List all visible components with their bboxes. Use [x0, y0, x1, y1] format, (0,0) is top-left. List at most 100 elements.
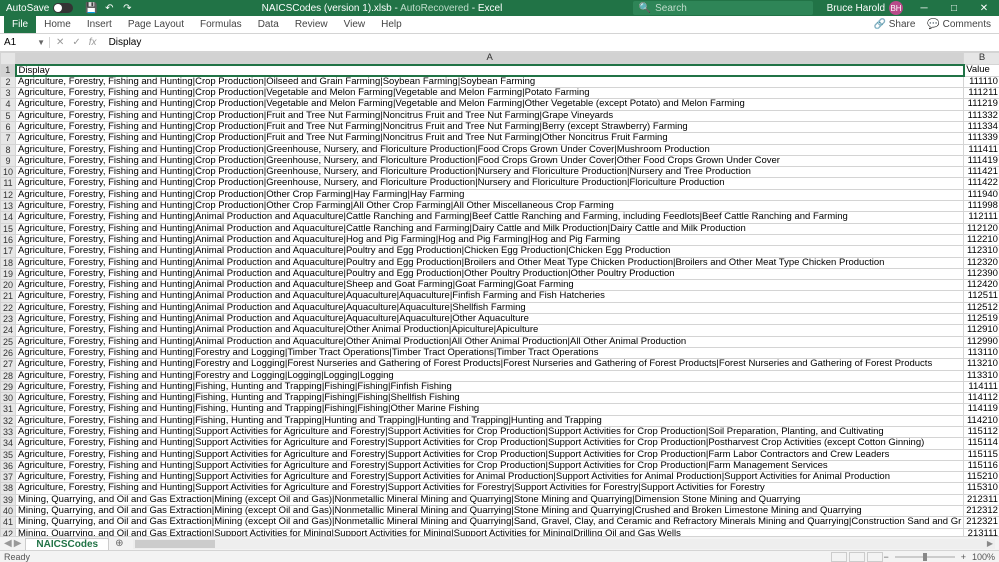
cell[interactable]: Agriculture, Forestry, Fishing and Hunti… [16, 223, 964, 234]
cell[interactable]: Agriculture, Forestry, Fishing and Hunti… [16, 291, 964, 302]
row-header[interactable]: 6 [1, 121, 16, 132]
cell[interactable]: Agriculture, Forestry, Fishing and Hunti… [16, 404, 964, 415]
cell[interactable]: 115210 [964, 472, 999, 483]
cell[interactable]: 115114 [964, 438, 999, 449]
cell[interactable]: Agriculture, Forestry, Fishing and Hunti… [16, 325, 964, 336]
cell[interactable]: Mining, Quarrying, and Oil and Gas Extra… [16, 494, 964, 505]
cell[interactable]: 112990 [964, 336, 999, 347]
row-header[interactable]: 3 [1, 88, 16, 99]
row-header[interactable]: 17 [1, 246, 16, 257]
row-header[interactable]: 10 [1, 167, 16, 178]
search-box[interactable]: 🔍 Search [633, 1, 813, 15]
tab-help[interactable]: Help [373, 16, 410, 33]
redo-icon[interactable]: ↷ [121, 2, 133, 14]
cell[interactable]: Agriculture, Forestry, Fishing and Hunti… [16, 76, 964, 87]
scroll-thumb[interactable] [135, 540, 215, 548]
cell[interactable]: Agriculture, Forestry, Fishing and Hunti… [16, 268, 964, 279]
horizontal-scrollbar[interactable]: ◀ ▶ [133, 539, 995, 549]
normal-view-icon[interactable] [831, 552, 847, 562]
cell[interactable]: Agriculture, Forestry, Fishing and Hunti… [16, 460, 964, 471]
scroll-right-icon[interactable]: ▶ [987, 539, 993, 548]
zoom-out-icon[interactable]: − [883, 552, 888, 562]
tab-file[interactable]: File [4, 16, 36, 33]
row-header[interactable]: 34 [1, 438, 16, 449]
row-header[interactable]: 25 [1, 336, 16, 347]
cell[interactable]: Agriculture, Forestry, Fishing and Hunti… [16, 393, 964, 404]
tab-home[interactable]: Home [36, 16, 79, 33]
row-header[interactable]: 36 [1, 460, 16, 471]
cell[interactable]: Agriculture, Forestry, Fishing and Hunti… [16, 314, 964, 325]
row-header[interactable]: 32 [1, 415, 16, 426]
cell[interactable]: 111211 [964, 88, 999, 99]
zoom-level[interactable]: 100% [972, 552, 995, 562]
cell[interactable]: Agriculture, Forestry, Fishing and Hunti… [16, 144, 964, 155]
add-sheet-button[interactable]: ⊕ [109, 538, 129, 549]
cell[interactable]: Agriculture, Forestry, Fishing and Hunti… [16, 370, 964, 381]
cell[interactable]: 115115 [964, 449, 999, 460]
user-account[interactable]: Bruce Harold BH [821, 1, 909, 15]
row-header[interactable]: 29 [1, 381, 16, 392]
row-header[interactable]: 27 [1, 359, 16, 370]
row-header[interactable]: 18 [1, 257, 16, 268]
cell[interactable]: 212312 [964, 506, 999, 517]
tab-formulas[interactable]: Formulas [192, 16, 250, 33]
row-header[interactable]: 15 [1, 223, 16, 234]
row-header[interactable]: 8 [1, 144, 16, 155]
cell[interactable]: 212321 [964, 517, 999, 528]
row-header[interactable]: 2 [1, 76, 16, 87]
cell[interactable]: Agriculture, Forestry, Fishing and Hunti… [16, 234, 964, 245]
sheet-tab[interactable]: NAICSCodes [25, 538, 109, 550]
row-header[interactable]: 1 [1, 65, 16, 77]
sheet-next-icon[interactable]: ▶ [14, 538, 22, 549]
row-header[interactable]: 19 [1, 268, 16, 279]
tab-page-layout[interactable]: Page Layout [120, 16, 192, 33]
cell[interactable]: Agriculture, Forestry, Fishing and Hunti… [16, 201, 964, 212]
cell[interactable]: Agriculture, Forestry, Fishing and Hunti… [16, 246, 964, 257]
cell[interactable]: 112519 [964, 314, 999, 325]
share-button[interactable]: 🔗 Share [873, 19, 915, 30]
cell[interactable]: 111998 [964, 201, 999, 212]
row-header[interactable]: 33 [1, 427, 16, 438]
row-header[interactable]: 35 [1, 449, 16, 460]
cell[interactable]: 111332 [964, 110, 999, 121]
cell[interactable]: 114210 [964, 415, 999, 426]
row-header[interactable]: 31 [1, 404, 16, 415]
row-header[interactable]: 13 [1, 201, 16, 212]
cell[interactable]: Mining, Quarrying, and Oil and Gas Extra… [16, 517, 964, 528]
row-header[interactable]: 5 [1, 110, 16, 121]
tab-data[interactable]: Data [250, 16, 287, 33]
row-header[interactable]: 23 [1, 314, 16, 325]
cell[interactable]: 114112 [964, 393, 999, 404]
close-button[interactable]: ✕ [969, 0, 999, 16]
undo-icon[interactable]: ↶ [103, 2, 115, 14]
row-header[interactable]: 20 [1, 280, 16, 291]
cell[interactable]: 113210 [964, 359, 999, 370]
cell[interactable]: 115116 [964, 460, 999, 471]
cell[interactable]: Agriculture, Forestry, Fishing and Hunti… [16, 257, 964, 268]
formula-input[interactable]: Display [103, 37, 999, 48]
row-header[interactable]: 16 [1, 234, 16, 245]
cell[interactable]: 112120 [964, 223, 999, 234]
cell[interactable]: Agriculture, Forestry, Fishing and Hunti… [16, 449, 964, 460]
cell[interactable]: Agriculture, Forestry, Fishing and Hunti… [16, 280, 964, 291]
row-header[interactable]: 14 [1, 212, 16, 223]
cell[interactable]: Agriculture, Forestry, Fishing and Hunti… [16, 178, 964, 189]
grid-container[interactable]: A B C D E F G H I 1 Display Value [0, 52, 999, 546]
row-header[interactable]: 26 [1, 347, 16, 358]
cell[interactable]: 111421 [964, 167, 999, 178]
cell[interactable]: 114111 [964, 381, 999, 392]
cell[interactable]: Agriculture, Forestry, Fishing and Hunti… [16, 381, 964, 392]
zoom-in-icon[interactable]: + [961, 552, 966, 562]
cell[interactable]: 112210 [964, 234, 999, 245]
zoom-slider[interactable] [895, 556, 955, 558]
cell[interactable]: Mining, Quarrying, and Oil and Gas Extra… [16, 506, 964, 517]
cell[interactable]: Agriculture, Forestry, Fishing and Hunti… [16, 189, 964, 200]
row-header[interactable]: 28 [1, 370, 16, 381]
page-layout-view-icon[interactable] [849, 552, 865, 562]
cancel-formula-icon[interactable]: ✕ [56, 37, 64, 48]
row-header[interactable]: 30 [1, 393, 16, 404]
cell[interactable]: Agriculture, Forestry, Fishing and Hunti… [16, 212, 964, 223]
cell[interactable]: 112390 [964, 268, 999, 279]
cell[interactable]: 113310 [964, 370, 999, 381]
cell[interactable]: 111422 [964, 178, 999, 189]
